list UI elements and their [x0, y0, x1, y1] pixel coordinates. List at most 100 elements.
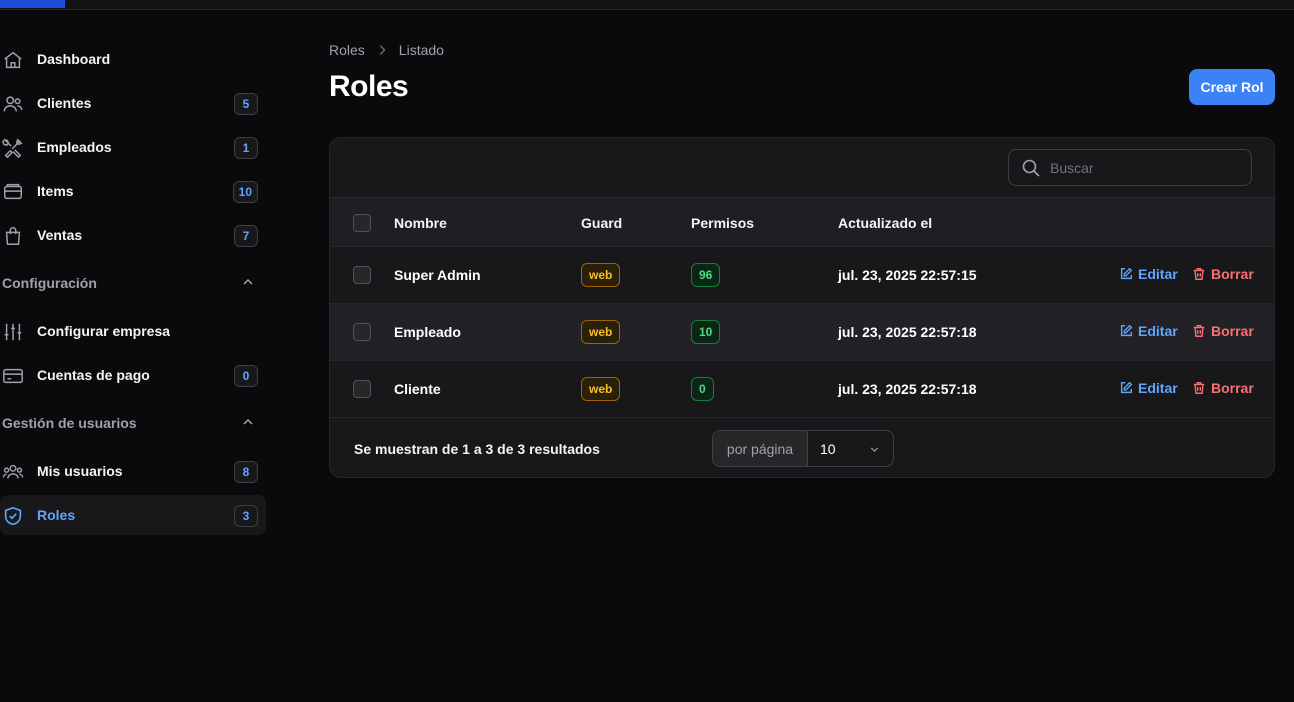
edit-icon: [1120, 324, 1133, 337]
count-badge: 5: [234, 93, 258, 115]
trash-icon: [1193, 325, 1205, 337]
updated-date: jul. 23, 2025 22:57:15: [838, 267, 977, 283]
users-icon: [2, 93, 24, 115]
edit-icon: [1120, 267, 1133, 280]
row-checkbox[interactable]: [353, 323, 371, 341]
sidebar-item-label: Configurar empresa: [37, 323, 171, 339]
edit-icon: [1120, 381, 1133, 394]
table-row: Super Admin web 96 jul. 23, 2025 22:57:1…: [330, 247, 1274, 304]
count-badge: 0: [234, 365, 258, 387]
permissions-badge: 0: [691, 377, 714, 401]
search-icon: [1021, 158, 1041, 178]
guard-badge: web: [581, 377, 621, 401]
per-page-label: por página: [713, 431, 808, 466]
top-bar: [0, 0, 1294, 10]
count-badge: 8: [234, 461, 258, 483]
sidebar-item-mis-usuarios[interactable]: Mis usuarios 8: [0, 451, 266, 491]
credit-card-icon: [2, 365, 24, 387]
count-badge: 1: [234, 137, 258, 159]
breadcrumb-link-roles[interactable]: Roles: [329, 42, 365, 58]
edit-button[interactable]: Editar: [1119, 380, 1178, 396]
roles-table-card: Nombre Guard Permisos Actualizado el Sup…: [329, 137, 1275, 478]
per-page-value: 10: [820, 440, 836, 457]
group-header-gestion-de-usuarios[interactable]: Gestión de usuarios: [0, 411, 266, 435]
row-checkbox[interactable]: [353, 266, 371, 284]
row-checkbox[interactable]: [353, 380, 371, 398]
delete-label: Borrar: [1211, 323, 1254, 339]
sidebar-item-cuentas-de-pago[interactable]: Cuentas de pago 0: [0, 355, 266, 395]
sidebar-item-empleados[interactable]: Empleados 1: [0, 127, 266, 167]
create-role-button[interactable]: Crear Rol: [1189, 69, 1275, 105]
permissions-badge: 96: [691, 263, 721, 287]
tools-icon: [2, 137, 24, 159]
breadcrumb: Roles Listado: [329, 42, 444, 58]
results-summary: Se muestran de 1 a 3 de 3 resultados: [354, 441, 600, 457]
column-header-permisos[interactable]: Permisos: [691, 215, 754, 231]
trash-icon: [1193, 382, 1205, 394]
shield-check-icon: [2, 505, 24, 527]
sidebar-item-label: Empleados: [37, 139, 112, 155]
sidebar-item-items[interactable]: Items 10: [0, 171, 266, 211]
home-icon: [2, 49, 24, 71]
count-badge: 3: [234, 505, 258, 527]
role-name: Empleado: [394, 324, 461, 340]
sidebar-item-roles[interactable]: Roles 3: [0, 495, 266, 535]
role-name: Super Admin: [394, 267, 481, 283]
per-page-select[interactable]: por página 10: [712, 430, 894, 467]
edit-button[interactable]: Editar: [1119, 323, 1178, 339]
select-all-checkbox[interactable]: [353, 214, 371, 232]
page-title: Roles: [329, 70, 409, 103]
top-bar-accent: [0, 0, 65, 8]
updated-date: jul. 23, 2025 22:57:18: [838, 324, 977, 340]
count-badge: 10: [232, 181, 258, 203]
sidebar-item-label: Cuentas de pago: [37, 367, 150, 383]
sidebar-item-label: Mis usuarios: [37, 463, 123, 479]
user-group-icon: [2, 461, 24, 483]
edit-label: Editar: [1138, 323, 1178, 339]
sidebar-item-configurar-empresa[interactable]: Configurar empresa: [0, 311, 266, 351]
delete-label: Borrar: [1211, 380, 1254, 396]
chevron-down-icon: [868, 443, 881, 456]
delete-button[interactable]: Borrar: [1192, 266, 1254, 282]
permissions-badge: 10: [691, 320, 721, 344]
table-row: Empleado web 10 jul. 23, 2025 22:57:18 E…: [330, 304, 1274, 361]
table-toolbar: [330, 138, 1274, 198]
sidebar-item-label: Roles: [37, 507, 76, 523]
count-badge: 7: [234, 225, 258, 247]
search-input[interactable]: [1050, 159, 1240, 176]
sidebar-item-clientes[interactable]: Clientes 5: [0, 83, 266, 123]
chevron-up-icon: [240, 414, 256, 430]
guard-badge: web: [581, 320, 621, 344]
sidebar-item-label: Dashboard: [37, 51, 111, 67]
sidebar-item-ventas[interactable]: Ventas 7: [0, 215, 266, 255]
updated-date: jul. 23, 2025 22:57:18: [838, 381, 977, 397]
edit-button[interactable]: Editar: [1119, 266, 1178, 282]
table-footer: Se muestran de 1 a 3 de 3 resultados por…: [330, 418, 1274, 477]
chevron-up-icon: [240, 274, 256, 290]
sliders-icon: [2, 321, 24, 343]
box-icon: [2, 181, 24, 203]
sidebar-item-label: Ventas: [37, 227, 83, 243]
column-header-actualizado[interactable]: Actualizado el: [838, 215, 932, 231]
edit-label: Editar: [1138, 380, 1178, 396]
sidebar-item-dashboard[interactable]: Dashboard: [0, 39, 266, 79]
delete-label: Borrar: [1211, 266, 1254, 282]
chevron-right-icon: [375, 43, 389, 57]
table-header: Nombre Guard Permisos Actualizado el: [330, 198, 1274, 247]
trash-icon: [1193, 268, 1205, 280]
search-box[interactable]: [1008, 149, 1252, 186]
guard-badge: web: [581, 263, 621, 287]
delete-button[interactable]: Borrar: [1192, 323, 1254, 339]
group-header-configuracion[interactable]: Configuración: [0, 271, 266, 295]
sidebar-item-label: Items: [37, 183, 74, 199]
per-page-dropdown[interactable]: 10: [808, 431, 893, 466]
delete-button[interactable]: Borrar: [1192, 380, 1254, 396]
breadcrumb-current: Listado: [398, 42, 444, 58]
group-label: Configuración: [2, 275, 97, 291]
table-row: Cliente web 0 jul. 23, 2025 22:57:18 Edi…: [330, 361, 1274, 418]
edit-label: Editar: [1138, 266, 1178, 282]
sidebar: Dashboard Clientes 5 Empleados 1 Items 1…: [0, 39, 266, 539]
column-header-nombre[interactable]: Nombre: [394, 215, 447, 231]
column-header-guard[interactable]: Guard: [581, 215, 622, 231]
role-name: Cliente: [394, 381, 441, 397]
